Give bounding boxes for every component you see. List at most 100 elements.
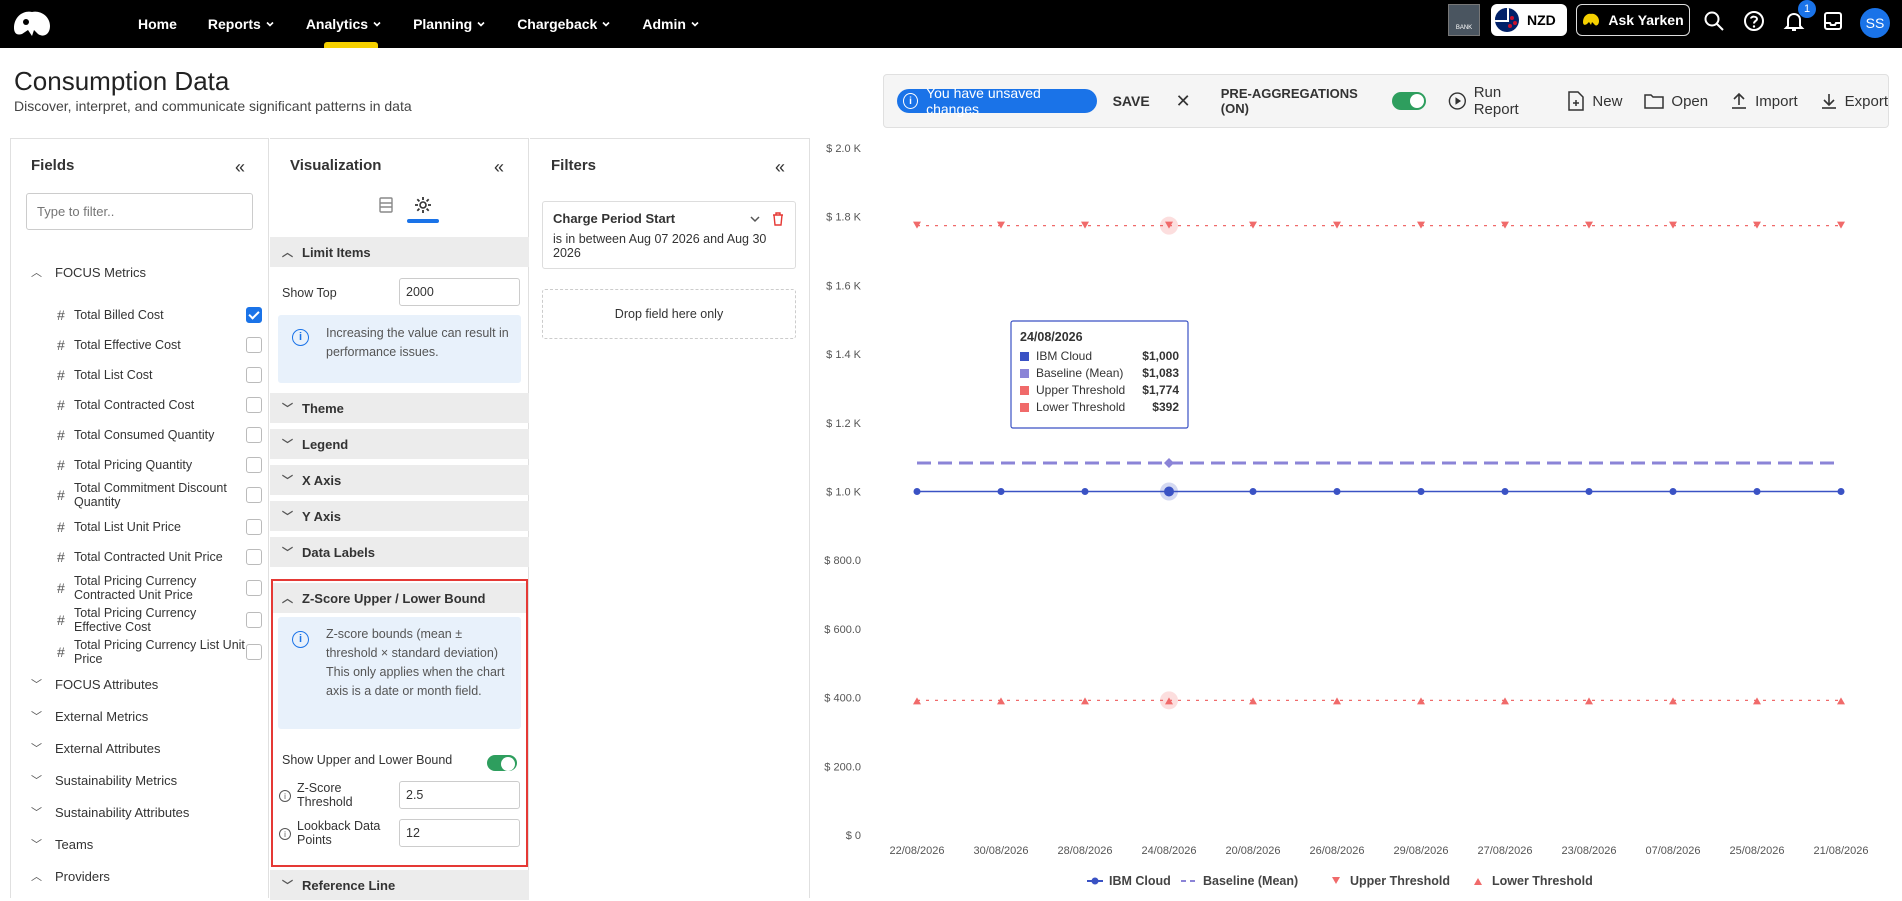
currency-selector[interactable]: NZD — [1491, 4, 1567, 36]
section-providers[interactable]: ︿ Providers — [31, 868, 110, 884]
field-checkbox[interactable] — [246, 580, 262, 596]
new-button[interactable]: New — [1567, 91, 1622, 111]
info-icon[interactable]: i — [279, 828, 291, 840]
inbox-icon[interactable] — [1822, 10, 1844, 32]
open-button[interactable]: Open — [1644, 92, 1708, 110]
collapse-fields-icon[interactable]: « — [235, 157, 245, 178]
field-checkbox[interactable] — [246, 397, 262, 413]
field-checkbox[interactable] — [246, 427, 262, 443]
tooltip-swatch — [1020, 369, 1029, 378]
legend-label: Baseline (Mean) — [1203, 874, 1298, 888]
field-checkbox[interactable] — [246, 612, 262, 628]
field-item[interactable]: # Total Billed Cost — [57, 305, 262, 325]
x-tick-label: 21/08/2026 — [1813, 845, 1868, 857]
data-point — [997, 488, 1005, 495]
section-sustainability-attributes[interactable]: ﹀ Sustainability Attributes — [31, 804, 189, 820]
tooltip-swatch — [1020, 403, 1029, 412]
save-button[interactable]: SAVE — [1113, 93, 1150, 109]
help-icon[interactable] — [1743, 10, 1765, 32]
accordion-x-axis[interactable]: ﹀ X Axis — [270, 465, 529, 495]
field-item[interactable]: # Total Contracted Unit Price — [57, 547, 262, 567]
page-subtitle: Discover, interpret, and communicate sig… — [14, 98, 412, 114]
filter-drop-zone[interactable]: Drop field here only — [542, 289, 796, 339]
gear-icon[interactable] — [413, 195, 433, 215]
export-button[interactable]: Export — [1820, 91, 1888, 111]
field-item[interactable]: # Total List Unit Price — [57, 517, 262, 537]
nav-item-reports[interactable]: Reports — [208, 0, 275, 48]
section-external-attributes[interactable]: ﹀ External Attributes — [31, 740, 161, 756]
trash-icon[interactable] — [772, 212, 784, 226]
report-toolbar: i You have unsaved changes SAVE ✕ PRE-AG… — [883, 74, 1889, 128]
field-item[interactable]: # Total Effective Cost — [57, 335, 262, 355]
nav-item-planning[interactable]: Planning — [413, 0, 486, 48]
accordion-y-axis[interactable]: ﹀ Y Axis — [270, 501, 529, 531]
show-top-input[interactable] — [399, 278, 520, 306]
field-checkbox[interactable] — [246, 307, 262, 323]
section-focus-metrics[interactable]: ︿ FOCUS Metrics — [31, 264, 146, 280]
info-icon[interactable]: i — [279, 790, 291, 802]
collapse-visualization-icon[interactable]: « — [494, 157, 504, 178]
nav-item-admin[interactable]: Admin — [642, 0, 700, 48]
close-icon[interactable]: ✕ — [1176, 91, 1191, 112]
field-checkbox[interactable] — [246, 367, 262, 383]
app-logo[interactable] — [10, 8, 54, 40]
section-external-metrics[interactable]: ﹀ External Metrics — [31, 708, 148, 724]
accordion-limit-items[interactable]: ︿ Limit Items — [270, 237, 529, 267]
section-sustainability-metrics[interactable]: ﹀ Sustainability Metrics — [31, 772, 177, 788]
bank-logo[interactable]: BANK — [1448, 4, 1480, 36]
nav-item-chargeback[interactable]: Chargeback — [517, 0, 611, 48]
y-tick-label: $ 600.0 — [824, 624, 861, 636]
accordion-legend[interactable]: ﹀ Legend — [270, 429, 529, 459]
field-item[interactable]: # Total Commitment Discount Quantity — [57, 479, 262, 511]
field-item[interactable]: # Total Consumed Quantity — [57, 425, 262, 445]
accordion-zscore[interactable]: ︿ Z-Score Upper / Lower Bound — [273, 583, 526, 613]
yarken-icon — [1583, 13, 1600, 26]
data-point — [1669, 488, 1677, 495]
field-checkbox[interactable] — [246, 457, 262, 473]
accordion-theme[interactable]: ﹀ Theme — [270, 393, 529, 423]
nav-item-home[interactable]: Home — [138, 0, 177, 48]
limit-info-box: i Increasing the value can result in per… — [278, 315, 521, 383]
data-point — [1837, 488, 1845, 495]
legend-label: Upper Threshold — [1350, 874, 1450, 888]
show-bounds-toggle[interactable] — [487, 755, 517, 771]
x-tick-label: 28/08/2026 — [1057, 845, 1112, 857]
avatar[interactable]: SS — [1860, 8, 1890, 38]
show-bounds-label: Show Upper and Lower Bound — [282, 753, 453, 767]
import-button[interactable]: Import — [1730, 91, 1798, 111]
zscore-threshold-input[interactable] — [399, 781, 520, 809]
field-item[interactable]: # Total Pricing Currency Effective Cost — [57, 604, 262, 636]
ask-yarken-button[interactable]: Ask Yarken — [1576, 4, 1690, 36]
field-checkbox[interactable] — [246, 644, 262, 660]
chevron-down-icon — [691, 21, 699, 27]
pre-aggregations-toggle[interactable] — [1392, 92, 1427, 110]
field-item[interactable]: # Total Pricing Currency List Unit Price — [57, 636, 262, 668]
search-icon[interactable] — [1703, 10, 1725, 32]
chevron-down-icon[interactable] — [749, 214, 761, 224]
section-focus-attributes[interactable]: ﹀ FOCUS Attributes — [31, 676, 158, 692]
page-title: Consumption Data — [14, 66, 230, 96]
section-teams[interactable]: ﹀ Teams — [31, 836, 93, 852]
line-chart[interactable]: $ 0 $ 200.0 $ 400.0 $ 600.0 $ 800.0 $ 1.0 K $ … — [811, 138, 1902, 898]
nav-item-analytics[interactable]: Analytics — [306, 0, 382, 48]
field-item[interactable]: # Total Contracted Cost — [57, 395, 262, 415]
tooltip-series-value: $1,000 — [1142, 349, 1179, 363]
field-checkbox[interactable] — [246, 337, 262, 353]
run-report-button[interactable]: Run Report — [1448, 84, 1545, 118]
field-checkbox[interactable] — [246, 487, 262, 503]
field-checkbox[interactable] — [246, 549, 262, 565]
field-filter-input[interactable] — [26, 193, 253, 230]
field-checkbox[interactable] — [246, 519, 262, 535]
field-item[interactable]: # Total Pricing Quantity — [57, 455, 262, 475]
lookback-input[interactable] — [399, 819, 520, 847]
collapse-filters-icon[interactable]: « — [775, 157, 785, 178]
x-tick-label: 07/08/2026 — [1645, 845, 1700, 857]
field-item[interactable]: # Total List Cost — [57, 365, 262, 385]
filter-description: is in between Aug 07 2026 and Aug 30 202… — [553, 232, 767, 260]
chevron-down-icon — [477, 21, 485, 27]
accordion-reference-line[interactable]: ﹀ Reference Line — [270, 870, 529, 900]
accordion-data-labels[interactable]: ﹀ Data Labels — [270, 537, 529, 567]
field-item[interactable]: # Total Pricing Currency Contracted Unit … — [57, 572, 262, 604]
filter-card[interactable]: Charge Period Start is in between Aug 07… — [542, 201, 796, 269]
table-icon[interactable] — [376, 195, 396, 215]
